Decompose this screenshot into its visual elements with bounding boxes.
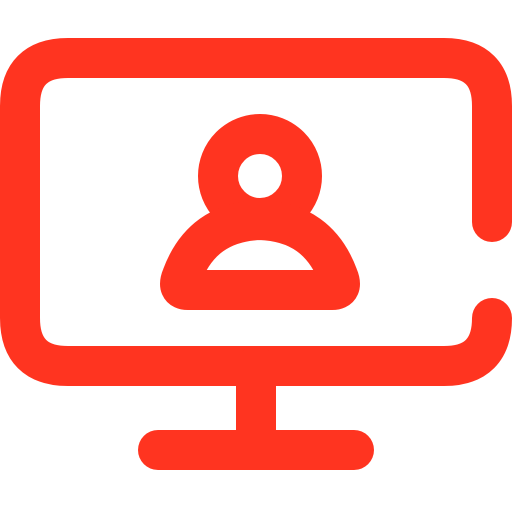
- user-body: [160, 200, 360, 310]
- icon-canvas: [0, 0, 512, 512]
- monitor-user-icon: [0, 38, 512, 470]
